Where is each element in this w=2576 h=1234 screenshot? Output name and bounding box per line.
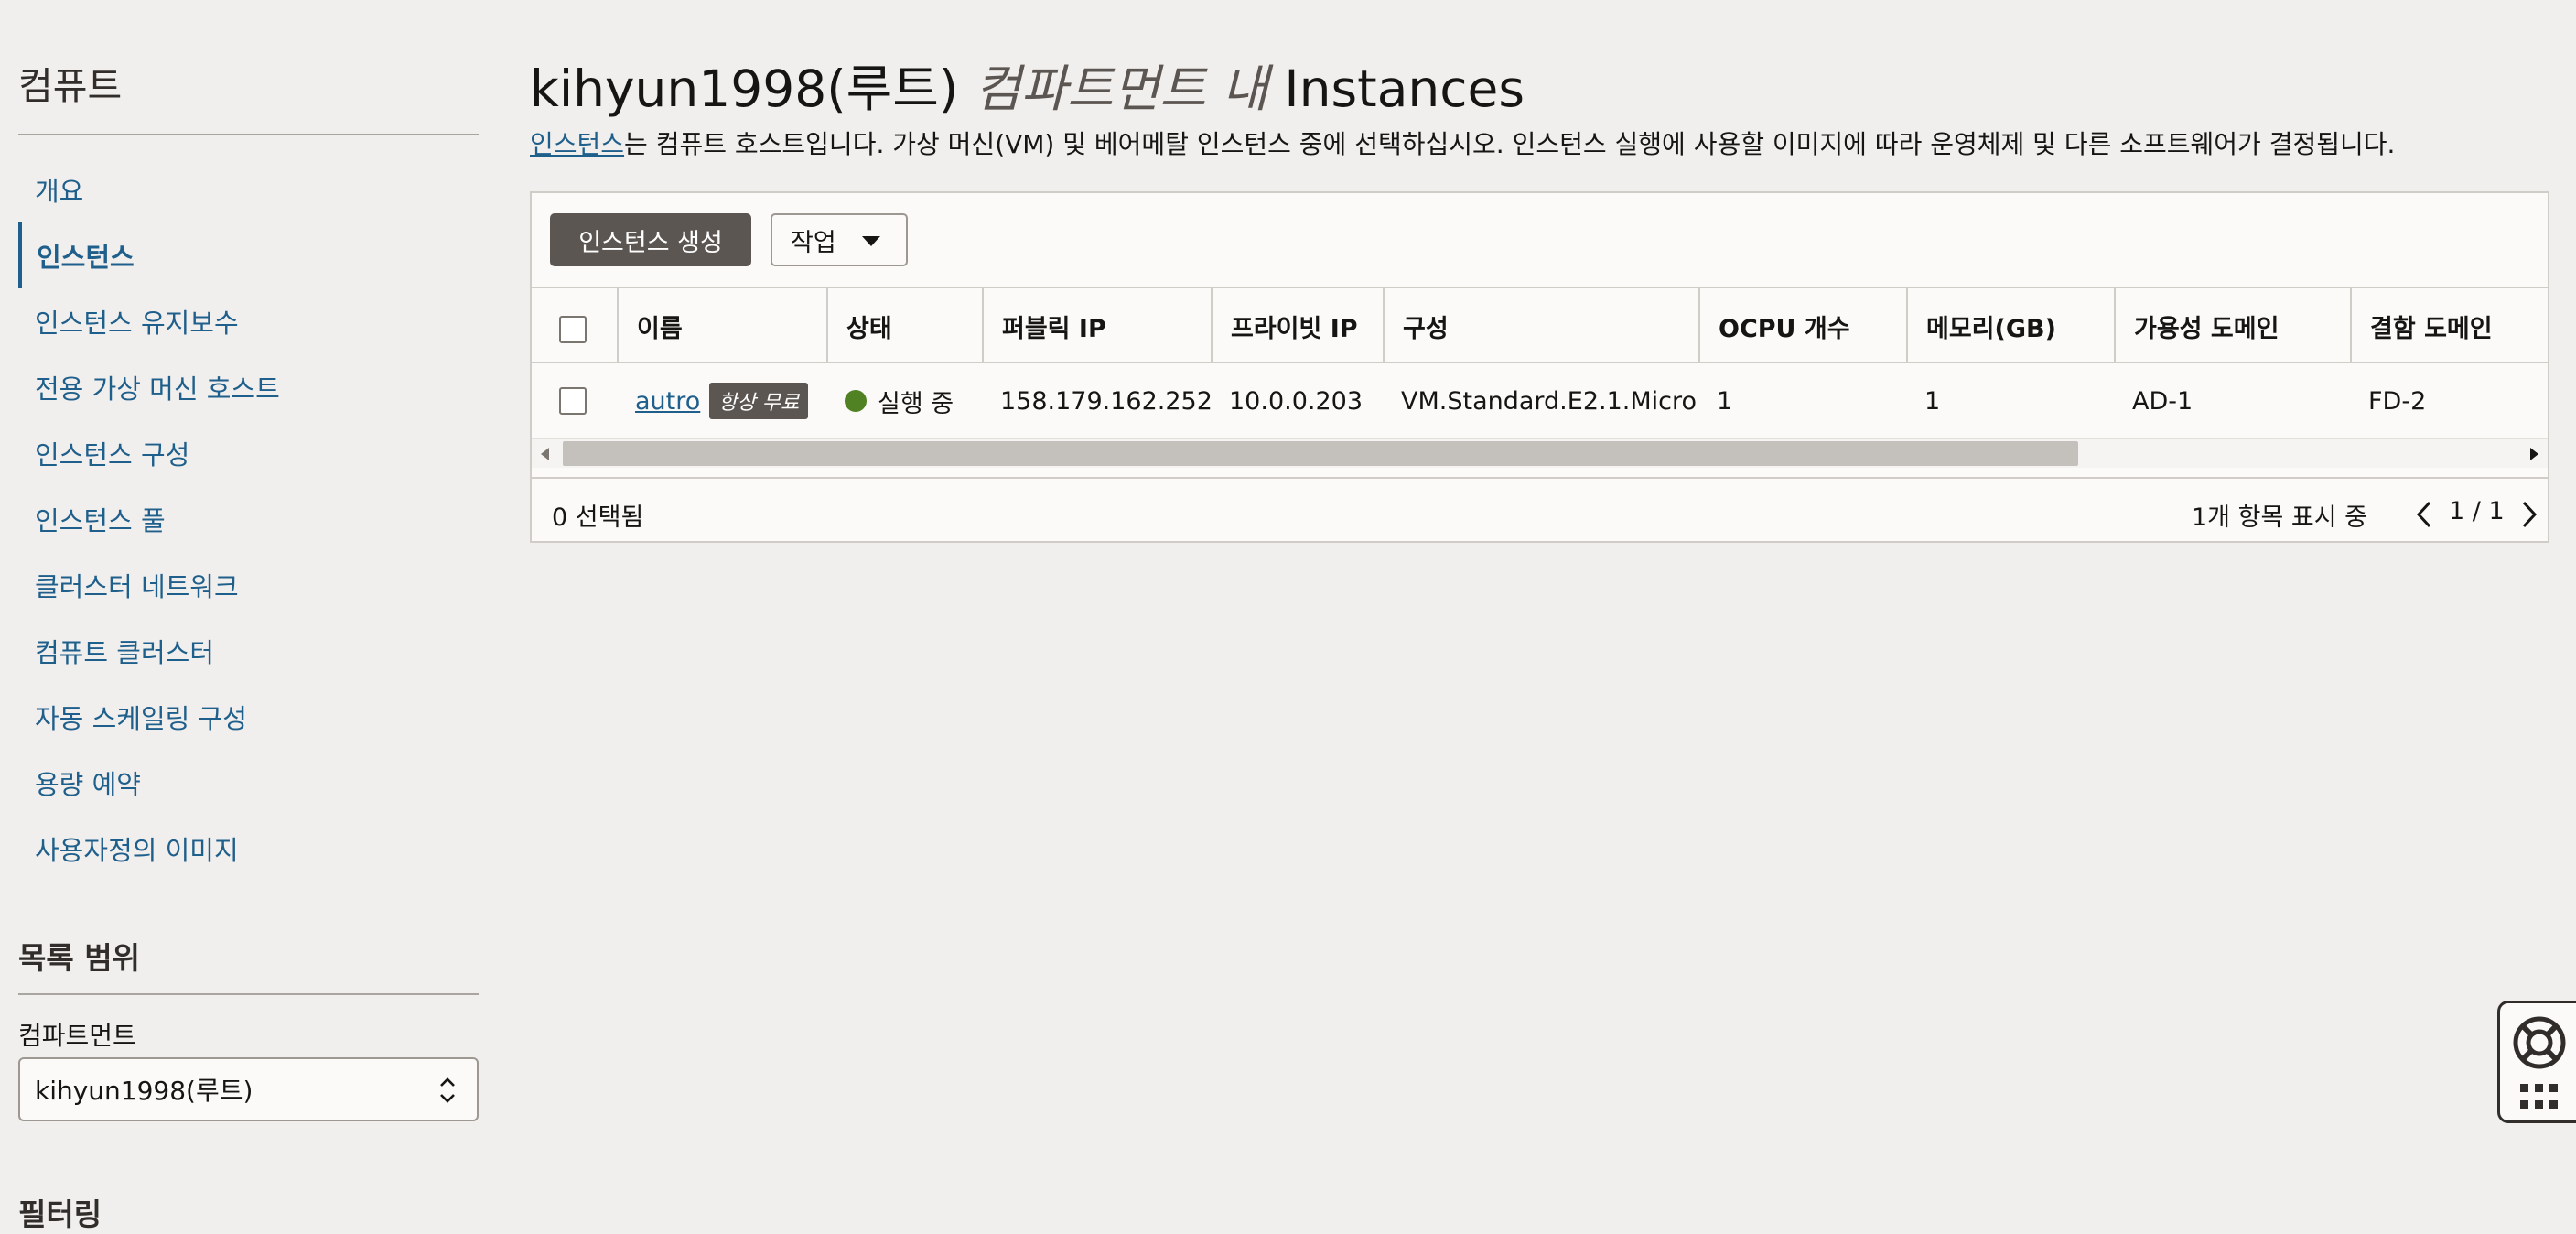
instances-doc-link[interactable]: 인스턴스 — [530, 129, 624, 159]
page-description: 인스턴스는 컴퓨트 호스트입니다. 가상 머신(VM) 및 베어메탈 인스턴스 … — [530, 124, 2395, 161]
page-title-in-compartment: 컴파트먼트 내 — [974, 60, 1268, 118]
instances-table: 이름 상태 퍼블릭 IP 프라이빗 IP 구성 OCPU 개수 메모리(GB) … — [532, 287, 2548, 479]
items-shown: 1개 항목 표시 중 — [2192, 503, 2367, 532]
sidebar-item-compute-clusters[interactable]: 컴퓨트 클러스터 — [18, 618, 479, 684]
description-text: 는 컴퓨트 호스트입니다. 가상 머신(VM) 및 베어메탈 인스턴스 중에 선… — [624, 129, 2396, 159]
row-select-cell — [532, 363, 617, 438]
select-all-cell — [532, 288, 617, 363]
divider — [18, 134, 479, 135]
instances-panel: 인스턴스 생성 작업 이름 상태 퍼블릭 IP 프라이빗 IP 구성 OCPU … — [530, 191, 2549, 543]
chevron-left-icon[interactable] — [2411, 499, 2439, 530]
sidebar-item-instance-configurations[interactable]: 인스턴스 구성 — [18, 420, 479, 486]
actions-menu-label: 작업 — [791, 228, 836, 257]
sidebar-item-instance-maintenance[interactable]: 인스턴스 유지보수 — [18, 288, 479, 354]
caret-down-icon — [862, 236, 880, 246]
compartment-select[interactable]: kihyun1998(루트) — [18, 1057, 479, 1121]
column-header-fault-domain[interactable]: 결함 도메인 — [2350, 288, 2548, 363]
ocpu-cell: 1 — [1717, 386, 1733, 416]
divider — [18, 993, 479, 995]
sidebar-item-custom-images[interactable]: 사용자정의 이미지 — [18, 816, 479, 882]
compartment-label: 컴파트먼트 — [18, 1021, 136, 1051]
scroll-right-icon[interactable] — [2530, 448, 2538, 460]
column-header-public-ip[interactable]: 퍼블릭 IP — [982, 288, 1211, 363]
status-running-icon — [845, 390, 867, 412]
column-header-shape[interactable]: 구성 — [1383, 288, 1698, 363]
list-scope-title: 목록 범위 — [18, 940, 140, 976]
sidebar-nav: 개요 인스턴스 인스턴스 유지보수 전용 가상 머신 호스트 인스턴스 구성 인… — [18, 157, 479, 882]
sidebar-item-dedicated-vm-hosts[interactable]: 전용 가상 머신 호스트 — [18, 354, 479, 420]
toolbar: 인스턴스 생성 작업 — [532, 193, 2548, 287]
sidebar-title: 컴퓨트 — [18, 64, 123, 108]
column-header-availability-domain[interactable]: 가용성 도메인 — [2114, 288, 2350, 363]
table-header-row: 이름 상태 퍼블릭 IP 프라이빗 IP 구성 OCPU 개수 메모리(GB) … — [532, 288, 2548, 363]
sidebar-item-cluster-networks[interactable]: 클러스터 네트워크 — [18, 552, 479, 618]
sidebar: 컴퓨트 개요 인스턴스 인스턴스 유지보수 전용 가상 머신 호스트 인스턴스 … — [18, 0, 479, 1232]
page-title-compartment: kihyun1998(루트) — [530, 60, 959, 118]
filters-title: 필터링 — [18, 1196, 102, 1232]
sidebar-item-autoscaling[interactable]: 자동 스케일링 구성 — [18, 684, 479, 750]
scrollbar-thumb[interactable] — [563, 441, 2078, 466]
availability-domain-cell: AD-1 — [2132, 386, 2193, 416]
column-header-ocpu[interactable]: OCPU 개수 — [1698, 288, 1906, 363]
row-checkbox[interactable] — [559, 387, 587, 415]
column-header-name[interactable]: 이름 — [617, 288, 826, 363]
column-header-private-ip[interactable]: 프라이빗 IP — [1211, 288, 1383, 363]
public-ip-cell: 158.179.162.252 — [1000, 386, 1213, 416]
column-header-memory[interactable]: 메모리(GB) — [1906, 288, 2114, 363]
always-free-badge: 항상 무료 — [709, 383, 809, 419]
column-header-state[interactable]: 상태 — [826, 288, 982, 363]
table-footer: 0 선택됨 1개 항목 표시 중 1 / 1 — [532, 477, 2548, 543]
instance-name-cell: autro 항상 무료 — [617, 363, 826, 438]
table-row: autro 항상 무료 실행 중 158.179.162.252 10.0.0.… — [532, 363, 2548, 438]
apps-grid-icon[interactable] — [2518, 1082, 2560, 1113]
chevron-right-icon[interactable] — [2515, 499, 2542, 530]
shape-cell: VM.Standard.E2.1.Micro — [1401, 386, 1698, 416]
actions-menu-button[interactable]: 작업 — [771, 213, 908, 266]
horizontal-scrollbar[interactable] — [532, 438, 2548, 468]
sidebar-item-instances[interactable]: 인스턴스 — [18, 222, 479, 288]
selected-count: 0 선택됨 — [552, 503, 644, 532]
scroll-left-icon[interactable] — [541, 448, 549, 460]
fault-domain-cell: FD-2 — [2368, 386, 2427, 416]
page-title-resource: Instances — [1284, 60, 1525, 118]
compartment-select-value: kihyun1998(루트) — [35, 1076, 253, 1106]
instance-state: 실행 중 — [878, 389, 954, 418]
instance-state-cell: 실행 중 — [826, 363, 982, 438]
private-ip-cell: 10.0.0.203 — [1229, 386, 1363, 416]
memory-cell: 1 — [1924, 386, 1941, 416]
main-content: kihyun1998(루트) 컴파트먼트 내 Instances 인스턴스는 컴… — [530, 0, 2549, 1214]
page-title: kihyun1998(루트) 컴파트먼트 내 Instances — [530, 48, 1525, 121]
lifebuoy-icon[interactable] — [2511, 1014, 2568, 1071]
select-all-checkbox[interactable] — [559, 316, 587, 343]
page-indicator: 1 / 1 — [2449, 497, 2505, 525]
help-widget[interactable] — [2497, 1001, 2576, 1123]
instance-name-link[interactable]: autro — [635, 387, 700, 416]
sidebar-item-capacity-reservations[interactable]: 용량 예약 — [18, 750, 479, 816]
sidebar-item-instance-pools[interactable]: 인스턴스 풀 — [18, 486, 479, 552]
sidebar-item-overview[interactable]: 개요 — [18, 157, 479, 222]
create-instance-button[interactable]: 인스턴스 생성 — [550, 213, 751, 266]
chevron-updown-icon — [440, 1077, 455, 1103]
